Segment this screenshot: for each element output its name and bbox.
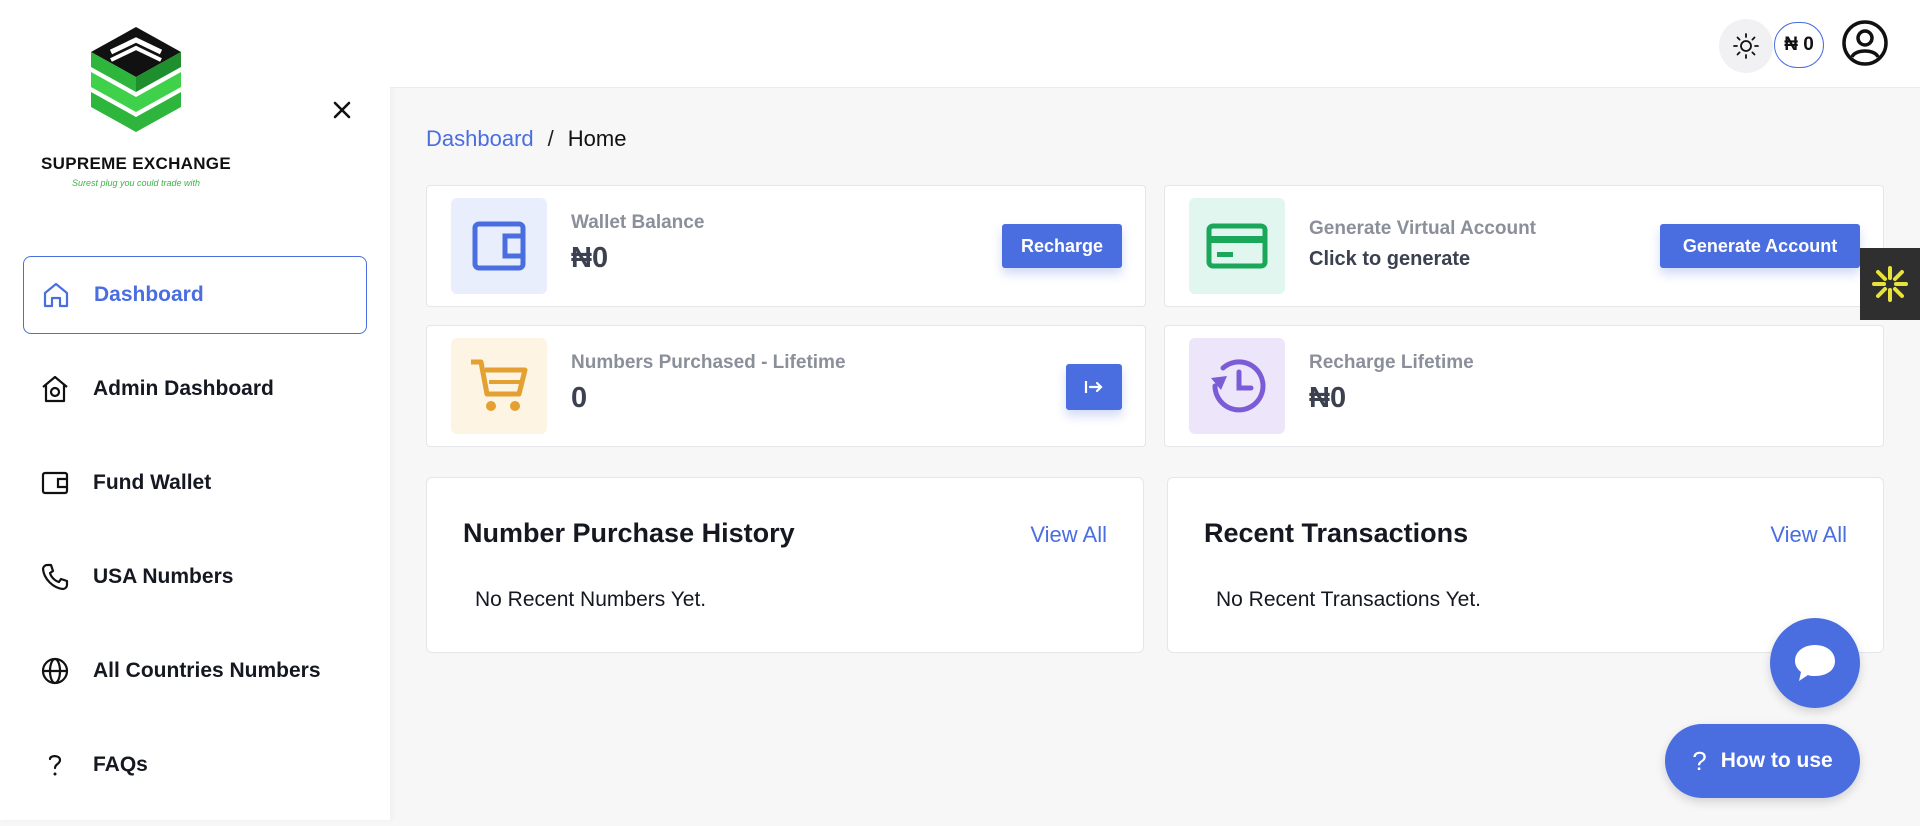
generate-account-button[interactable]: Generate Account [1660, 224, 1860, 268]
sidebar-item-all-countries-numbers[interactable]: All Countries Numbers [23, 632, 367, 710]
wallet-balance-card: Wallet Balance ₦0 Recharge [426, 185, 1146, 307]
view-numbers-button[interactable] [1066, 364, 1122, 410]
chat-bubble-icon [1795, 645, 1835, 681]
how-to-use-button[interactable]: ? How to use [1665, 724, 1860, 798]
recharge-button[interactable]: Recharge [1002, 224, 1122, 268]
chat-button[interactable] [1770, 618, 1860, 708]
sidebar-item-label: All Countries Numbers [93, 659, 321, 682]
empty-state-text: No Recent Numbers Yet. [475, 588, 707, 611]
recharge-lifetime-card: Recharge Lifetime ₦0 [1164, 325, 1884, 447]
arrow-right-icon [1084, 381, 1103, 393]
cart-icon [451, 338, 547, 434]
view-all-transactions-link[interactable]: View All [1770, 522, 1847, 548]
numbers-purchased-value: 0 [571, 382, 588, 414]
brand-name: SUPREME EXCHANGE [41, 154, 231, 173]
breadcrumb-dashboard-link[interactable]: Dashboard [426, 126, 534, 152]
empty-state-text: No Recent Transactions Yet. [1216, 588, 1481, 611]
sidebar-item-fund-wallet[interactable]: Fund Wallet [23, 444, 367, 522]
brand-tagline: Surest plug you could trade with [71, 178, 201, 188]
virtual-account-value: Click to generate [1309, 248, 1471, 270]
virtual-account-card: Generate Virtual Account Click to genera… [1164, 185, 1884, 307]
user-circle-icon [1842, 20, 1888, 66]
sidebar-item-dashboard[interactable]: Dashboard [23, 256, 367, 334]
breadcrumb: Dashboard / Home [426, 126, 626, 152]
sidebar-nav: Dashboard Admin Dashboard Fund Wallet US… [23, 256, 367, 820]
sidebar: SUPREME EXCHANGE Surest plug you could t… [0, 0, 390, 820]
wallet-icon [451, 198, 547, 294]
recent-transactions-card: Recent Transactions View All No Recent T… [1167, 477, 1884, 653]
theme-toggle-button[interactable] [1719, 19, 1773, 73]
sidebar-item-label: Dashboard [94, 283, 204, 306]
sidebar-item-faqs[interactable]: FAQs [23, 726, 367, 804]
wallet-icon [37, 465, 73, 501]
close-icon [333, 101, 351, 119]
home-icon [38, 277, 74, 313]
phone-icon [37, 559, 73, 595]
card-title: Recharge Lifetime [1309, 352, 1474, 373]
question-icon: ? [1692, 745, 1707, 776]
question-icon [37, 747, 73, 783]
globe-icon [37, 653, 73, 689]
card-title: Numbers Purchased - Lifetime [571, 352, 846, 373]
credit-card-icon [1189, 198, 1285, 294]
logo-icon [91, 27, 181, 132]
numbers-purchased-card: Numbers Purchased - Lifetime 0 [426, 325, 1146, 447]
sidebar-item-label: Admin Dashboard [93, 377, 274, 400]
history-icon [1189, 338, 1285, 434]
admin-home-icon [37, 371, 73, 407]
section-title: Recent Transactions [1204, 518, 1469, 548]
breadcrumb-current: Home [567, 126, 627, 151]
balance-badge[interactable]: ₦ 0 [1774, 22, 1824, 68]
view-all-numbers-link[interactable]: View All [1030, 522, 1107, 548]
sun-icon [1733, 33, 1759, 59]
section-title: Number Purchase History [463, 518, 795, 548]
side-widget-tab[interactable] [1860, 248, 1920, 320]
sidebar-item-admin-dashboard[interactable]: Admin Dashboard [23, 350, 367, 428]
brand-logo: SUPREME EXCHANGE Surest plug you could t… [36, 22, 236, 188]
top-header: ₦ 0 [390, 0, 1920, 88]
wallet-balance-value: ₦0 [571, 242, 609, 274]
recharge-lifetime-value: ₦0 [1309, 382, 1347, 414]
card-title: Wallet Balance [571, 212, 705, 233]
number-purchase-history-card: Number Purchase History View All No Rece… [426, 477, 1144, 653]
how-to-use-label: How to use [1720, 749, 1833, 772]
card-title: Generate Virtual Account [1309, 218, 1537, 239]
breadcrumb-separator: / [547, 126, 554, 151]
sidebar-item-label: FAQs [93, 753, 148, 776]
close-sidebar-button[interactable] [327, 95, 357, 125]
user-menu-button[interactable] [1840, 18, 1890, 68]
sidebar-item-label: Fund Wallet [93, 471, 212, 494]
sidebar-item-usa-numbers[interactable]: USA Numbers [23, 538, 367, 616]
sidebar-item-label: USA Numbers [93, 565, 234, 588]
asterisk-icon [1872, 266, 1908, 302]
